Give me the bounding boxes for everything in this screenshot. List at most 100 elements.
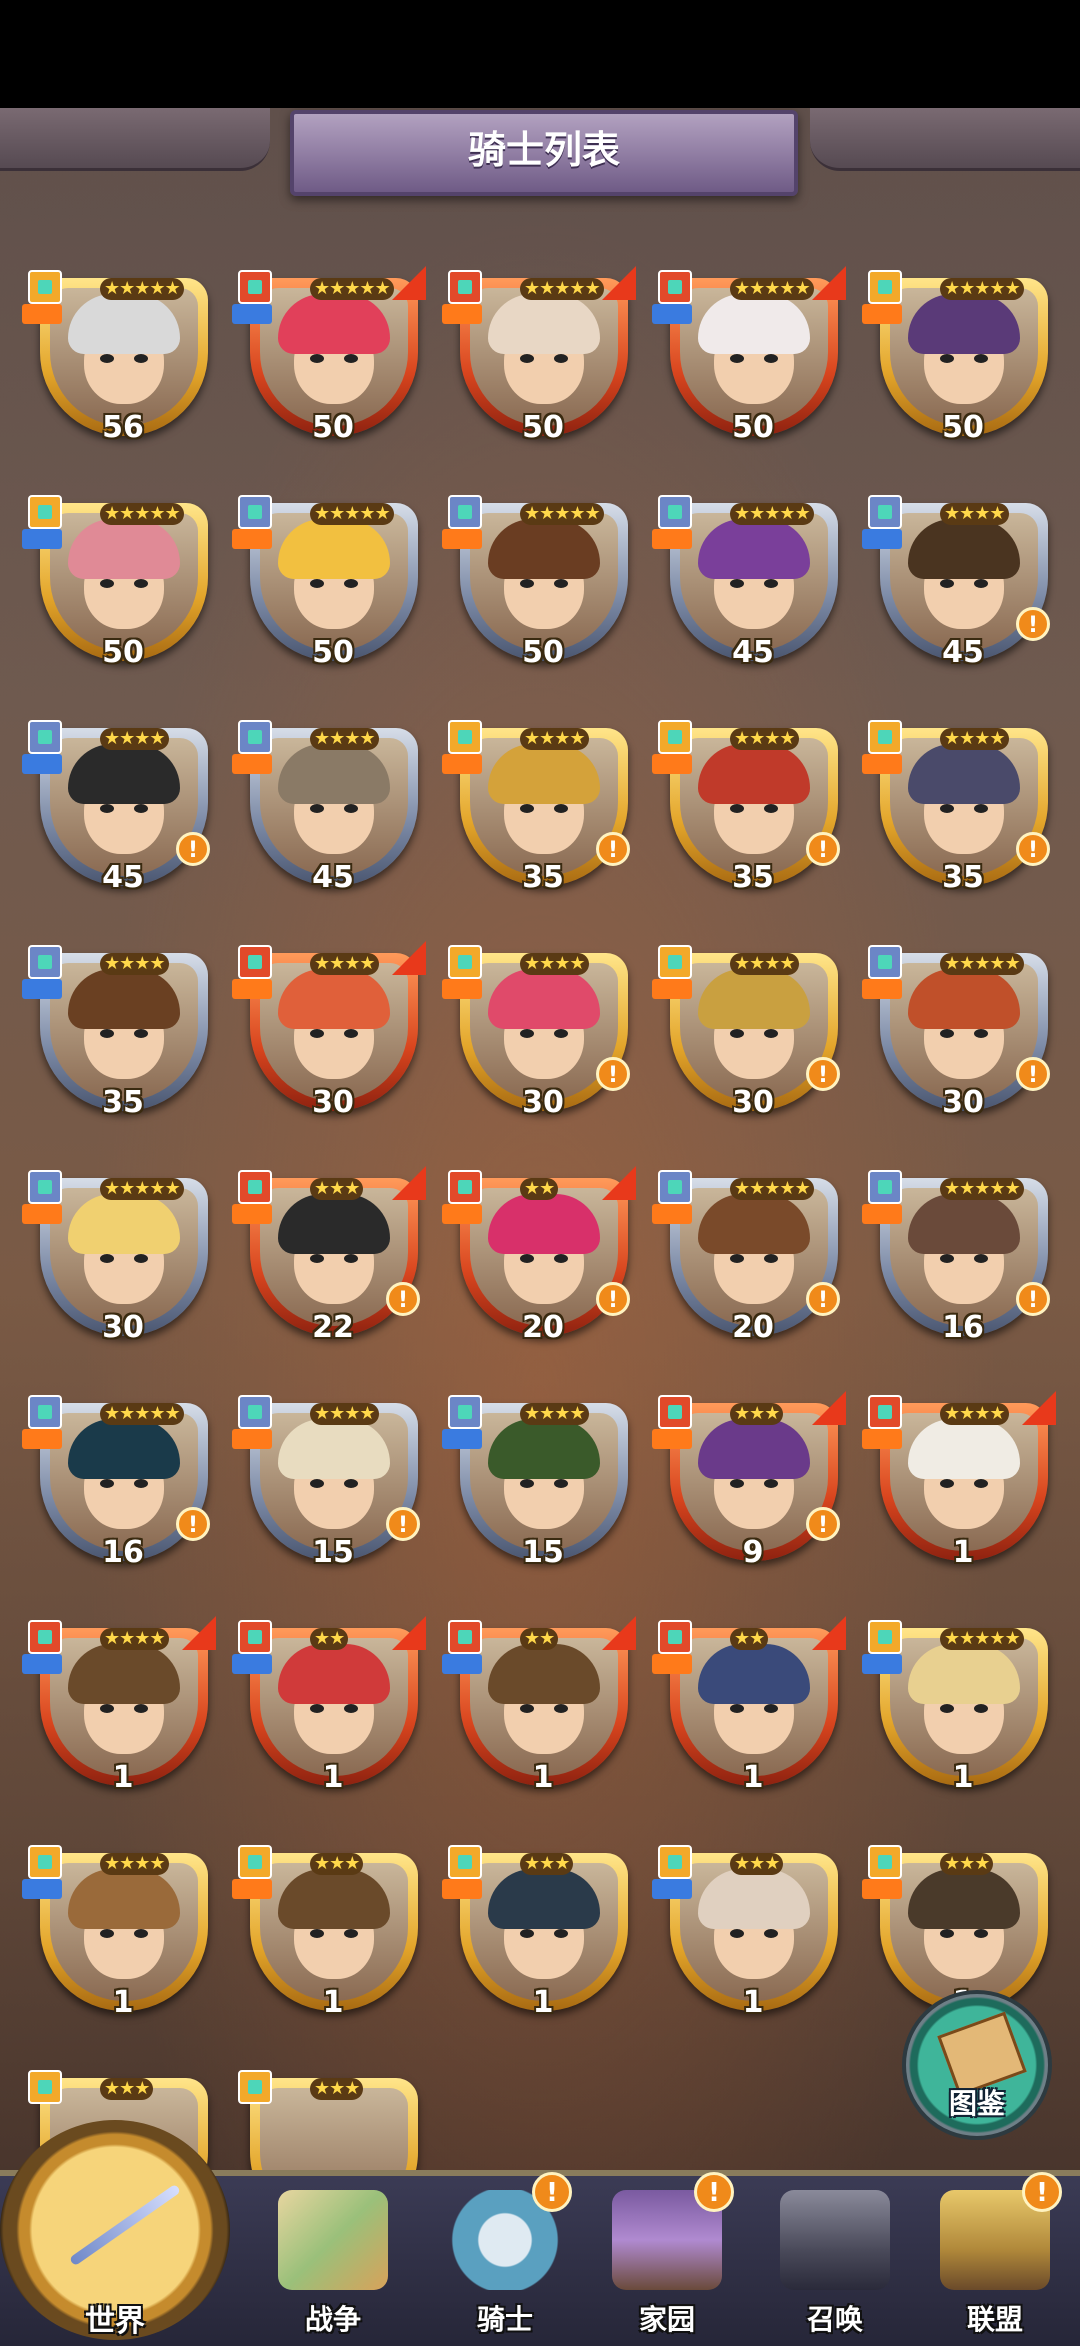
- class-glyph-icon: [248, 730, 262, 744]
- knight-level: 56: [102, 410, 144, 445]
- portrait-eye: [134, 1479, 148, 1488]
- nav-alliance[interactable]: 联盟 !: [920, 2172, 1070, 2340]
- knight-card[interactable]: ★★★★★ 50: [442, 495, 638, 685]
- knight-card[interactable]: ★★★★★ 20!: [652, 1170, 848, 1360]
- class-badge-icon: [238, 1395, 272, 1429]
- knight-level: 1: [112, 1985, 134, 2020]
- knight-card[interactable]: ★★★★ 30!: [652, 945, 848, 1135]
- class-badge-icon: [28, 2070, 62, 2104]
- knight-card[interactable]: ★★ 20!: [442, 1166, 638, 1360]
- knight-card[interactable]: ★★★ 1: [652, 1845, 848, 2035]
- nav-summon[interactable]: 召唤: [760, 2180, 910, 2340]
- knight-card[interactable]: ★★★ 1: [232, 1845, 428, 2035]
- knight-level: 50: [942, 410, 984, 445]
- knight-card[interactable]: ★★★★ 15: [442, 1395, 638, 1585]
- knight-card[interactable]: ★★★ 9!: [652, 1391, 848, 1585]
- portrait-eye: [310, 354, 324, 363]
- knight-card[interactable]: ★★★★★ 56: [22, 270, 218, 460]
- knight-card[interactable]: ★★★★ 45!: [862, 495, 1058, 685]
- knight-portrait: [890, 963, 1038, 1101]
- knight-portrait: [50, 1863, 198, 2001]
- star-rating: ★★★: [940, 1853, 994, 1875]
- knight-card[interactable]: ★★★★★ 50: [442, 266, 638, 460]
- knight-card[interactable]: ★★★★ 1: [22, 1616, 218, 1810]
- knight-card[interactable]: ★★★★ 35!: [862, 720, 1058, 910]
- knight-card[interactable]: ★★★ 1: [442, 1845, 638, 2035]
- knight-card[interactable]: ★★ 1: [442, 1616, 638, 1810]
- map-icon: [278, 2190, 388, 2290]
- knight-card[interactable]: ★★ 1: [232, 1616, 428, 1810]
- knight-card[interactable]: ★★★★★ 30: [22, 1170, 218, 1360]
- star-rating: ★★★★: [940, 1403, 1009, 1425]
- star-rating: ★★★★: [100, 728, 169, 750]
- knight-card[interactable]: ★★★★★ 1: [862, 1620, 1058, 1810]
- knight-portrait: [680, 1188, 828, 1326]
- portrait-eye: [310, 1254, 324, 1263]
- class-glyph-icon: [248, 280, 262, 294]
- knight-card[interactable]: ★★★★★ 50: [22, 495, 218, 685]
- nav-war[interactable]: 战争: [258, 2180, 408, 2340]
- knight-card[interactable]: ★★★★★ 16!: [862, 1170, 1058, 1360]
- role-badge-icon: [22, 1879, 62, 1899]
- star-rating: ★★★★: [100, 1853, 169, 1875]
- portrait-eye: [310, 1479, 324, 1488]
- upgrade-arrow-icon: [392, 266, 426, 300]
- knight-portrait: [470, 963, 618, 1101]
- knight-card[interactable]: ★★★★★ 50: [862, 270, 1058, 460]
- knight-card[interactable]: ★★★★ 15!: [232, 1395, 428, 1585]
- portrait-hair: [908, 1869, 1020, 1929]
- knight-portrait: [260, 1188, 408, 1326]
- knight-card[interactable]: ★★★★ 45!: [22, 720, 218, 910]
- alert-icon: !: [806, 1282, 840, 1316]
- portrait-hair: [68, 969, 180, 1029]
- portrait-hair: [488, 519, 600, 579]
- knight-card[interactable]: ★★ 1: [652, 1616, 848, 1810]
- class-badge-icon: [448, 270, 482, 304]
- portrait-hair: [68, 1419, 180, 1479]
- portrait-eye: [520, 579, 534, 588]
- knight-card[interactable]: ★★★★ 35!: [442, 720, 638, 910]
- portrait-eye: [974, 579, 988, 588]
- portrait-eye: [764, 804, 778, 813]
- class-badge-icon: [448, 1620, 482, 1654]
- knight-level: 1: [322, 1760, 344, 1795]
- portrait-eye: [940, 1704, 954, 1713]
- knight-card[interactable]: ★★★★★ 50: [652, 266, 848, 460]
- role-badge-icon: [22, 1654, 62, 1674]
- knight-card[interactable]: ★★★★★ 16!: [22, 1395, 218, 1585]
- nav-war-label: 战争: [304, 2303, 361, 2336]
- nav-knights[interactable]: 骑士 !: [430, 2172, 580, 2340]
- knight-card[interactable]: ★★★★ 35: [22, 945, 218, 1135]
- knight-portrait: [890, 288, 1038, 426]
- star-rating: ★★★★★: [730, 503, 814, 525]
- knight-card[interactable]: ★★★★ 45: [232, 720, 428, 910]
- knight-card[interactable]: ★★★★ 1: [22, 1845, 218, 2035]
- star-rating: ★★★★★: [310, 503, 394, 525]
- star-rating: ★★★★★: [310, 278, 394, 300]
- nav-home[interactable]: 家园 !: [592, 2172, 742, 2340]
- knight-level: 45: [732, 635, 774, 670]
- knight-card[interactable]: ★★★★★ 45: [652, 495, 848, 685]
- class-badge-icon: [448, 495, 482, 529]
- role-badge-icon: [442, 1204, 482, 1224]
- knight-card[interactable]: ★★★★ 1: [862, 1391, 1058, 1585]
- knight-card[interactable]: ★★★★ 30: [232, 941, 428, 1135]
- class-badge-icon: [28, 945, 62, 979]
- nav-alliance-label: 联盟: [966, 2303, 1023, 2336]
- title-plate: 骑士列表: [290, 110, 798, 196]
- knight-card[interactable]: ★★★★★ 50: [232, 266, 428, 460]
- star-rating: ★★★: [310, 2078, 364, 2100]
- portrait-eye: [940, 354, 954, 363]
- portrait-eye: [344, 1479, 358, 1488]
- knight-card[interactable]: ★★★★ 30!: [442, 945, 638, 1135]
- knight-level: 50: [522, 635, 564, 670]
- knight-card[interactable]: ★★★★ 35!: [652, 720, 848, 910]
- class-badge-icon: [868, 1170, 902, 1204]
- codex-button[interactable]: 图鉴: [902, 1990, 1052, 2140]
- class-glyph-icon: [668, 280, 682, 294]
- knight-card[interactable]: ★★★ 22!: [232, 1166, 428, 1360]
- knight-card[interactable]: ★★★★★ 50: [232, 495, 428, 685]
- knight-level: 50: [522, 410, 564, 445]
- knight-card[interactable]: ★★★★★ 30!: [862, 945, 1058, 1135]
- class-badge-icon: [658, 1170, 692, 1204]
